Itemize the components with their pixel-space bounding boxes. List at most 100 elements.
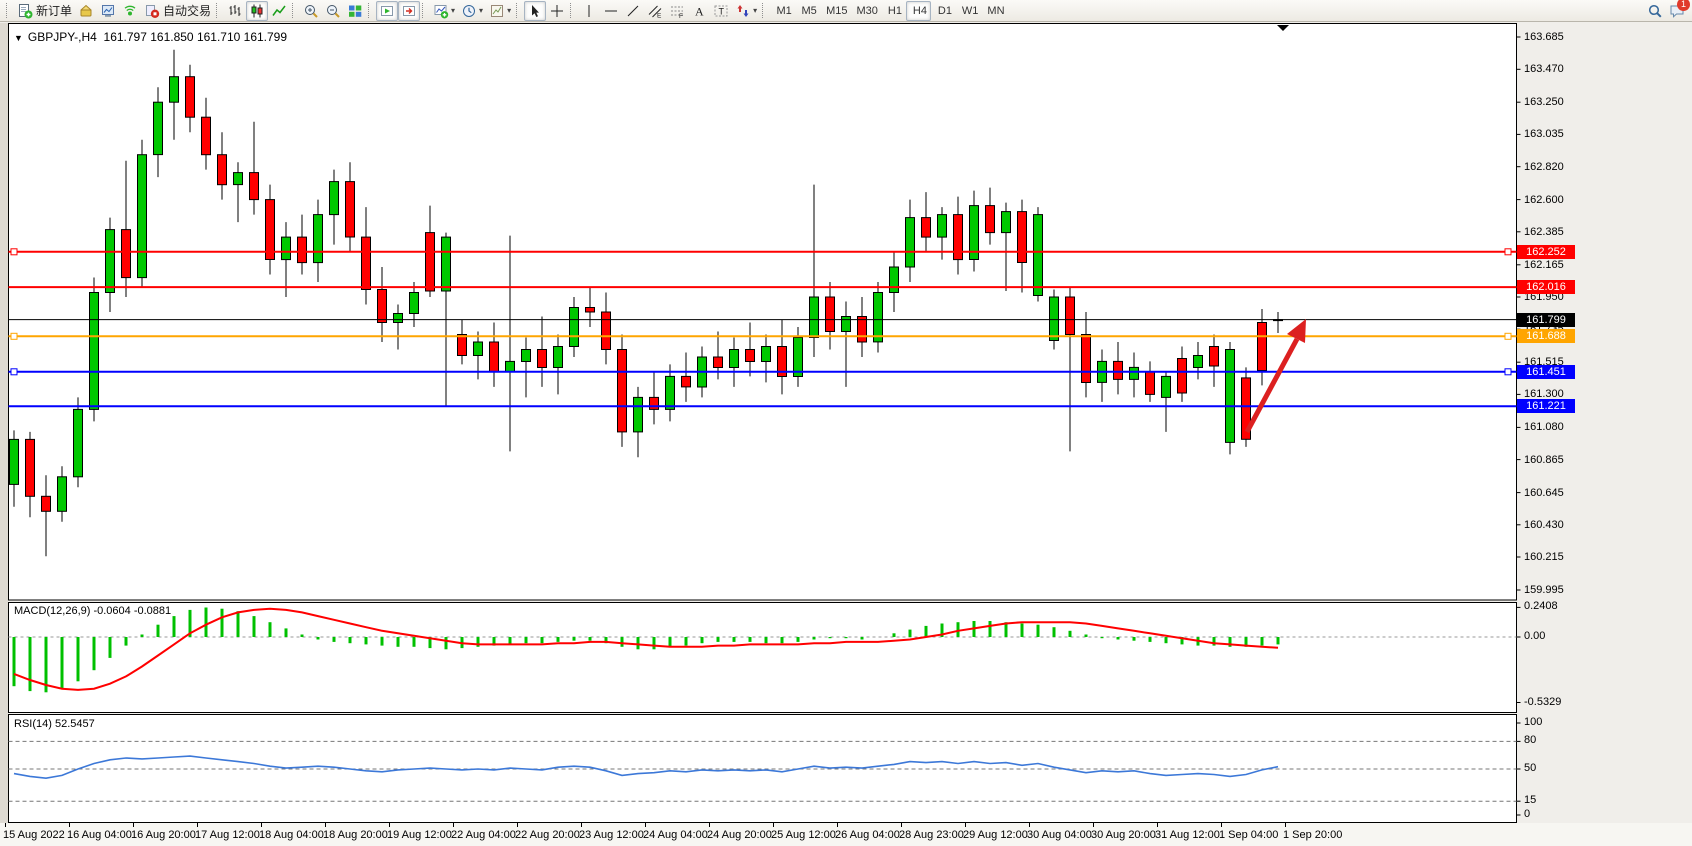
vertical-line-button[interactable] xyxy=(578,1,600,21)
open-chart-button[interactable] xyxy=(97,1,119,21)
rsi-pane[interactable] xyxy=(0,713,1692,823)
time-axis-label: 16 Aug 20:00 xyxy=(131,829,196,841)
toolbar-grip[interactable] xyxy=(292,3,296,18)
chart-shift-button[interactable] xyxy=(398,1,420,21)
time-axis-label: 26 Aug 04:00 xyxy=(835,829,900,841)
chevron-down-icon: ▾ xyxy=(507,6,511,15)
macd-axis-label: -0.5329 xyxy=(1524,696,1561,708)
search-icon xyxy=(1647,3,1663,19)
tf-h1-button[interactable]: H1 xyxy=(881,1,906,21)
zoom-out-button[interactable] xyxy=(322,1,344,21)
collapse-icon[interactable]: ▼ xyxy=(14,33,23,43)
new-order-button[interactable]: 新订单 xyxy=(14,1,75,21)
signals-icon xyxy=(122,3,138,19)
channel-button[interactable]: E xyxy=(644,1,666,21)
time-tick xyxy=(837,823,838,827)
tf-m5-button[interactable]: M5 xyxy=(795,1,820,21)
auto-trading-button-label: 自动交易 xyxy=(163,2,211,19)
time-tick xyxy=(901,823,902,827)
toolbar-grip[interactable] xyxy=(570,3,574,18)
tf-mn-button[interactable]: MN xyxy=(981,1,1007,21)
indicators-button[interactable]: ▾ xyxy=(430,1,458,21)
price-axis-label: 160.430 xyxy=(1524,519,1564,531)
periods-button[interactable]: ▾ xyxy=(458,1,486,21)
chart-title: ▼GBPJPY-,H4 161.797 161.850 161.710 161.… xyxy=(14,30,287,44)
main-pane-border xyxy=(9,24,1517,601)
templates-button[interactable]: ▾ xyxy=(486,1,514,21)
svg-text:E: E xyxy=(657,12,662,19)
price-tag-161.221: 161.221 xyxy=(1517,399,1575,413)
cursor-icon xyxy=(527,3,543,19)
price-axis-label: 162.165 xyxy=(1524,259,1564,271)
arrows-icon xyxy=(735,3,751,19)
time-axis-label: 24 Aug 04:00 xyxy=(643,829,708,841)
time-axis-label: 22 Aug 20:00 xyxy=(515,829,580,841)
new-order-button-label: 新订单 xyxy=(36,2,72,19)
notifications-button[interactable]: 1 xyxy=(1666,1,1688,21)
tf-h4-button-label: H4 xyxy=(913,5,927,17)
time-tick xyxy=(645,823,646,827)
trendline-button[interactable] xyxy=(622,1,644,21)
candlestick-button[interactable] xyxy=(246,1,268,21)
time-tick xyxy=(1029,823,1030,827)
time-axis-label: 30 Aug 20:00 xyxy=(1091,829,1156,841)
tile-windows-button[interactable] xyxy=(344,1,366,21)
auto-trading-button[interactable]: 自动交易 xyxy=(141,1,214,21)
search-button[interactable] xyxy=(1644,1,1666,21)
time-axis[interactable]: 15 Aug 202216 Aug 04:0016 Aug 20:0017 Au… xyxy=(0,823,1692,846)
open-chart-icon xyxy=(100,3,116,19)
price-axis-label: 162.820 xyxy=(1524,161,1564,173)
tf-m30-button[interactable]: M30 xyxy=(851,1,881,21)
tf-m1-button-label: M1 xyxy=(776,5,791,17)
time-tick xyxy=(389,823,390,827)
price-axis-label: 163.470 xyxy=(1524,63,1564,75)
time-tick xyxy=(1093,823,1094,827)
tf-m15-button[interactable]: M15 xyxy=(820,1,850,21)
toolbar-grip[interactable] xyxy=(216,3,220,18)
toolbar-grip[interactable] xyxy=(516,3,520,18)
label-button[interactable]: T xyxy=(710,1,732,21)
fibonacci-icon: F xyxy=(669,3,685,19)
toolbar-grip[interactable] xyxy=(6,3,10,18)
tf-h4-button[interactable]: H4 xyxy=(906,1,931,21)
toolbar-grip[interactable] xyxy=(762,3,766,18)
main-price-pane[interactable] xyxy=(0,23,1692,601)
fibonacci-button[interactable]: F xyxy=(666,1,688,21)
price-tag-161.451: 161.451 xyxy=(1517,365,1575,379)
tf-m5-button-label: M5 xyxy=(801,5,816,17)
time-tick xyxy=(1221,823,1222,827)
market-button[interactable] xyxy=(75,1,97,21)
line-chart-button[interactable] xyxy=(268,1,290,21)
zoom-in-button[interactable] xyxy=(300,1,322,21)
cursor-button[interactable] xyxy=(524,1,546,21)
svg-text:T: T xyxy=(719,6,725,16)
horizontal-line-icon xyxy=(603,3,619,19)
crosshair-button[interactable] xyxy=(546,1,568,21)
price-axis-label: 162.385 xyxy=(1524,226,1564,238)
price-axis-label: 160.215 xyxy=(1524,551,1564,563)
text-button[interactable]: A xyxy=(688,1,710,21)
price-axis-label: 163.250 xyxy=(1524,96,1564,108)
time-tick xyxy=(453,823,454,827)
price-axis-label: 160.645 xyxy=(1524,487,1564,499)
tf-m30-button-label: M30 xyxy=(857,5,878,17)
rsi-axis-label: 80 xyxy=(1524,734,1536,746)
time-tick xyxy=(69,823,70,827)
arrows-button[interactable]: ▾ xyxy=(732,1,760,21)
auto-scroll-button[interactable] xyxy=(376,1,398,21)
macd-pane[interactable] xyxy=(0,601,1692,713)
chart-shift-icon xyxy=(401,3,417,19)
time-tick xyxy=(261,823,262,827)
toolbar-grip[interactable] xyxy=(368,3,372,18)
tf-d1-button[interactable]: D1 xyxy=(931,1,956,21)
toolbar-grip[interactable] xyxy=(422,3,426,18)
bar-chart-icon xyxy=(227,3,243,19)
time-tick xyxy=(325,823,326,827)
bar-chart-button[interactable] xyxy=(224,1,246,21)
horizontal-line-button[interactable] xyxy=(600,1,622,21)
time-axis-label: 23 Aug 12:00 xyxy=(579,829,644,841)
tf-m1-button[interactable]: M1 xyxy=(770,1,795,21)
signals-button[interactable] xyxy=(119,1,141,21)
tf-w1-button[interactable]: W1 xyxy=(956,1,982,21)
time-tick xyxy=(581,823,582,827)
